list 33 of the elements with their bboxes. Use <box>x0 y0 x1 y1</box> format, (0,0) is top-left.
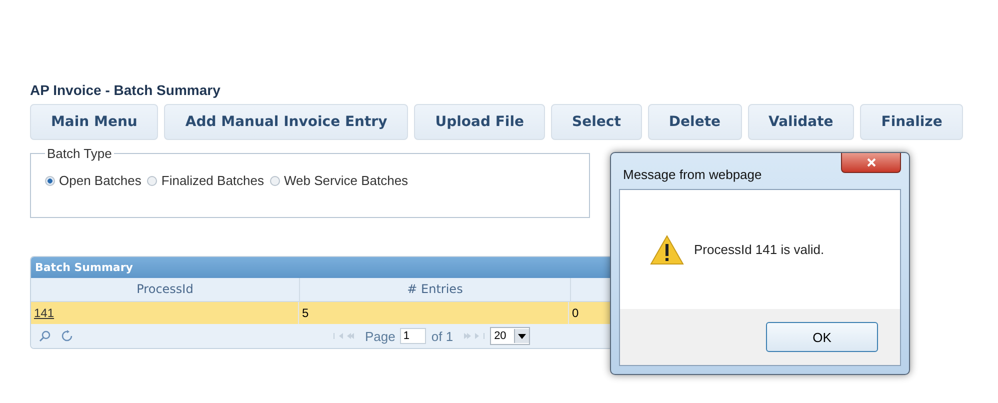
toolbar-button[interactable]: Finalize <box>860 104 964 140</box>
refresh-icon[interactable] <box>61 330 73 342</box>
toolbar-button[interactable]: Select <box>551 104 642 140</box>
toolbar-button[interactable]: Add Manual Invoice Entry <box>164 104 408 140</box>
column-header[interactable]: ProcessId <box>31 278 300 302</box>
warning-icon <box>650 234 684 264</box>
table-cell: 0 <box>572 306 579 320</box>
dialog-title: Message from webpage <box>623 167 762 182</box>
page-size-select[interactable]: 20 <box>490 327 530 345</box>
close-icon <box>866 158 876 167</box>
dropdown-icon <box>518 334 526 338</box>
page-input[interactable]: 1 <box>400 328 426 344</box>
search-icon[interactable] <box>39 330 51 342</box>
radio-button[interactable] <box>45 176 55 186</box>
close-button[interactable] <box>841 153 901 173</box>
ok-button[interactable]: OK <box>766 322 878 352</box>
radio-label[interactable]: Open Batches <box>59 173 142 188</box>
page-label: Page <box>365 328 396 344</box>
table-cell: 5 <box>302 306 309 320</box>
page-count: of 1 <box>431 328 454 344</box>
toolbar-button[interactable]: Upload File <box>414 104 546 140</box>
radio-label[interactable]: Web Service Batches <box>284 173 408 188</box>
toolbar-button[interactable]: Delete <box>648 104 742 140</box>
radio-label[interactable]: Finalized Batches <box>161 173 264 188</box>
page-title: AP Invoice - Batch Summary <box>30 82 222 98</box>
group-legend: Batch Type <box>45 146 114 161</box>
radio-button[interactable] <box>147 176 158 186</box>
process-link[interactable]: 141 <box>34 306 54 320</box>
toolbar-button[interactable]: Main Menu <box>30 104 158 140</box>
column-header[interactable]: # Entries <box>300 278 571 302</box>
dialog-message: ProcessId 141 is valid. <box>694 242 824 257</box>
radio-button[interactable] <box>270 176 280 186</box>
toolbar-button[interactable]: Validate <box>748 104 854 140</box>
